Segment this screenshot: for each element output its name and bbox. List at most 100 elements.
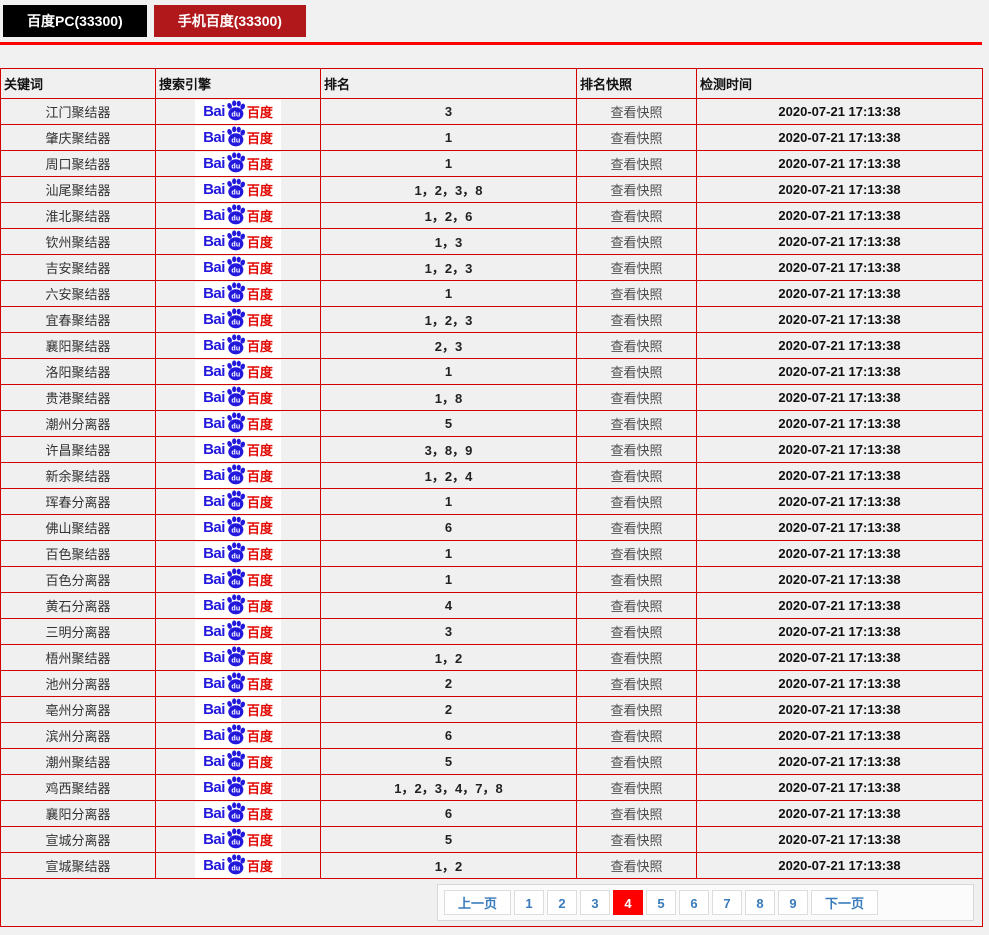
view-snapshot-link[interactable]: 查看快照	[610, 209, 662, 224]
view-snapshot-link[interactable]: 查看快照	[610, 495, 662, 510]
pager-page-9[interactable]: 9	[777, 890, 808, 915]
snapshot-cell: 查看快照	[576, 722, 697, 749]
view-snapshot-link[interactable]: 查看快照	[610, 859, 662, 874]
view-snapshot-link[interactable]: 查看快照	[610, 599, 662, 614]
view-snapshot-link[interactable]: 查看快照	[610, 339, 662, 354]
view-snapshot-link[interactable]: 查看快照	[610, 261, 662, 276]
table-row: 六安聚结器 Bai du 百度 1 查看快照 2020-07-21 17:13:…	[0, 280, 983, 307]
baidu-paw-icon: du	[227, 672, 245, 693]
baidu-logo: Bai du 百度	[195, 333, 281, 358]
baidu-logo: Bai du 百度	[195, 385, 281, 410]
view-snapshot-link[interactable]: 查看快照	[610, 365, 662, 380]
view-snapshot-link[interactable]: 查看快照	[610, 183, 662, 198]
svg-text:du: du	[231, 370, 240, 379]
view-snapshot-link[interactable]: 查看快照	[610, 521, 662, 536]
baidu-paw-icon: du	[227, 750, 245, 771]
baidu-paw-icon: du	[227, 334, 245, 355]
table-row: 吉安聚结器 Bai du 百度 1，2，3 查看快照 2020-07-21 17…	[0, 254, 983, 281]
view-snapshot-link[interactable]: 查看快照	[610, 287, 662, 302]
table-row: 新余聚结器 Bai du 百度 1，2，4 查看快照 2020-07-21 17…	[0, 462, 983, 489]
check-time-cell: 2020-07-21 17:13:38	[696, 852, 983, 879]
snapshot-cell: 查看快照	[576, 254, 697, 281]
baidu-logo: Bai du 百度	[195, 671, 281, 696]
baidu-logo-cn-text: 百度	[246, 807, 273, 822]
baidu-paw-icon: du	[227, 152, 245, 173]
baidu-logo-cn-text: 百度	[246, 391, 273, 406]
baidu-logo-cn-text: 百度	[246, 339, 273, 354]
rank-cell: 1	[320, 280, 577, 307]
baidu-logo-bai-text: Bai	[203, 805, 225, 822]
baidu-logo-cn-text: 百度	[246, 313, 273, 328]
pager-page-1[interactable]: 1	[513, 890, 544, 915]
baidu-logo: Bai du 百度	[195, 151, 281, 176]
view-snapshot-link[interactable]: 查看快照	[610, 547, 662, 562]
baidu-logo-bai-text: Bai	[203, 649, 225, 666]
view-snapshot-link[interactable]: 查看快照	[610, 755, 662, 770]
pager-next-button[interactable]: 下一页	[810, 890, 878, 915]
keyword-cell: 三明分离器	[0, 618, 156, 645]
baidu-logo-bai-text: Bai	[203, 675, 225, 692]
pager-page-3[interactable]: 3	[579, 890, 610, 915]
check-time-cell: 2020-07-21 17:13:38	[696, 670, 983, 697]
view-snapshot-link[interactable]: 查看快照	[610, 131, 662, 146]
baidu-logo-bai-text: Bai	[203, 831, 225, 848]
tab-baidu-pc[interactable]: 百度PC(33300)	[3, 5, 147, 37]
view-snapshot-link[interactable]: 查看快照	[610, 833, 662, 848]
engine-cell: Bai du 百度	[155, 98, 321, 125]
baidu-logo-cn-text: 百度	[246, 131, 273, 146]
baidu-paw-icon: du	[227, 802, 245, 823]
view-snapshot-link[interactable]: 查看快照	[610, 781, 662, 796]
view-snapshot-link[interactable]: 查看快照	[610, 651, 662, 666]
view-snapshot-link[interactable]: 查看快照	[610, 417, 662, 432]
view-snapshot-link[interactable]: 查看快照	[610, 677, 662, 692]
keyword-cell: 江门聚结器	[0, 98, 156, 125]
pager-page-7[interactable]: 7	[711, 890, 742, 915]
table-header-row: 关键词 搜索引擎 排名 排名快照 检测时间	[0, 68, 983, 99]
view-snapshot-link[interactable]: 查看快照	[610, 157, 662, 172]
pager-page-2[interactable]: 2	[546, 890, 577, 915]
svg-text:du: du	[231, 214, 240, 223]
svg-text:du: du	[231, 318, 240, 327]
pager-page-5[interactable]: 5	[645, 890, 676, 915]
keyword-cell: 许昌聚结器	[0, 436, 156, 463]
view-snapshot-link[interactable]: 查看快照	[610, 443, 662, 458]
keyword-cell: 潮州分离器	[0, 410, 156, 437]
baidu-logo-cn-text: 百度	[246, 287, 273, 302]
baidu-logo: Bai du 百度	[195, 567, 281, 592]
check-time-cell: 2020-07-21 17:13:38	[696, 696, 983, 723]
view-snapshot-link[interactable]: 查看快照	[610, 235, 662, 250]
view-snapshot-link[interactable]: 查看快照	[610, 105, 662, 120]
baidu-paw-icon: du	[227, 412, 245, 433]
snapshot-cell: 查看快照	[576, 306, 697, 333]
check-time-cell: 2020-07-21 17:13:38	[696, 254, 983, 281]
view-snapshot-link[interactable]: 查看快照	[610, 573, 662, 588]
view-snapshot-link[interactable]: 查看快照	[610, 729, 662, 744]
snapshot-cell: 查看快照	[576, 670, 697, 697]
view-snapshot-link[interactable]: 查看快照	[610, 313, 662, 328]
pager-page-8[interactable]: 8	[744, 890, 775, 915]
view-snapshot-link[interactable]: 查看快照	[610, 469, 662, 484]
engine-cell: Bai du 百度	[155, 306, 321, 333]
snapshot-cell: 查看快照	[576, 436, 697, 463]
baidu-logo-bai-text: Bai	[203, 259, 225, 276]
table-row: 宣城分离器 Bai du 百度 5 查看快照 2020-07-21 17:13:…	[0, 826, 983, 853]
view-snapshot-link[interactable]: 查看快照	[610, 391, 662, 406]
baidu-logo-cn-text: 百度	[246, 261, 273, 276]
rank-cell: 1	[320, 150, 577, 177]
snapshot-cell: 查看快照	[576, 800, 697, 827]
view-snapshot-link[interactable]: 查看快照	[610, 807, 662, 822]
tab-baidu-mobile[interactable]: 手机百度(33300)	[153, 5, 306, 37]
view-snapshot-link[interactable]: 查看快照	[610, 625, 662, 640]
header-engine: 搜索引擎	[155, 68, 321, 99]
table-row: 肇庆聚结器 Bai du 百度 1 查看快照 2020-07-21 17:13:…	[0, 124, 983, 151]
view-snapshot-link[interactable]: 查看快照	[610, 703, 662, 718]
pager-prev-button[interactable]: 上一页	[443, 890, 511, 915]
baidu-paw-icon: du	[227, 464, 245, 485]
pager-page-4[interactable]: 4	[612, 890, 643, 915]
rank-cell: 4	[320, 592, 577, 619]
pager-page-6[interactable]: 6	[678, 890, 709, 915]
pagination-cell: 上一页 1 2 3 4 5 6 7 8 9 下一页	[0, 878, 983, 927]
baidu-logo-cn-text: 百度	[246, 365, 273, 380]
engine-cell: Bai du 百度	[155, 202, 321, 229]
baidu-paw-icon: du	[227, 282, 245, 303]
